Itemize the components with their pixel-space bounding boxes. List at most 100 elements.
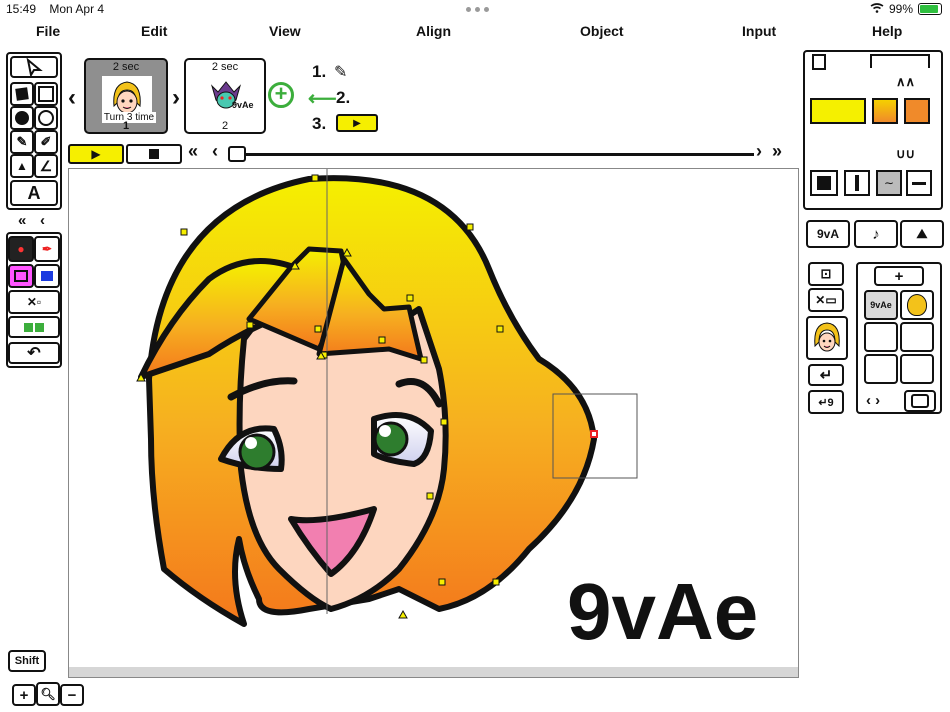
ellipse-tool[interactable]	[34, 106, 58, 130]
text-tool[interactable]: A	[10, 180, 58, 206]
letter-a-icon: A	[27, 182, 41, 203]
step-2-label: 2.	[336, 88, 351, 107]
object-slot-empty-2[interactable]	[900, 322, 934, 352]
ellipse-fill-tool[interactable]	[10, 106, 34, 130]
brush-tool[interactable]: ✐	[34, 130, 58, 154]
object-slot-girl[interactable]	[900, 290, 934, 320]
menu-input[interactable]: Input	[742, 23, 776, 39]
collapse-double-chevron-icon[interactable]: «	[18, 212, 26, 229]
zoom-out-button[interactable]: −	[60, 684, 84, 706]
minus-icon: −	[67, 686, 77, 704]
timeline-track[interactable]	[234, 153, 754, 156]
plus-icon: +	[19, 686, 29, 704]
flip-green-icon	[24, 322, 44, 332]
image-button[interactable]: ⛰	[900, 220, 944, 248]
green-arrow-left-icon: ⟵	[308, 88, 337, 110]
menu-edit[interactable]: Edit	[141, 23, 167, 39]
point-edit-tool[interactable]: ●	[8, 236, 34, 262]
delete-point-tool[interactable]: ✕▫	[8, 290, 60, 314]
delete-object-button[interactable]: ✕▭	[808, 288, 844, 312]
undo-icon: ↶	[27, 345, 41, 362]
object-slot-empty-3[interactable]	[864, 354, 898, 384]
frame-thumbnail-1[interactable]: 2 sec Turn 3 time 1	[84, 58, 168, 134]
delete-cross-icon: ✕▭	[815, 293, 837, 307]
rewind-double-chevron-icon[interactable]: «	[188, 141, 198, 162]
brush-fill-tool[interactable]: ✎	[10, 130, 34, 154]
status-date: Mon Apr 4	[49, 2, 105, 16]
pencil-icon: ✎	[334, 64, 348, 81]
zoom-in-button[interactable]: +	[12, 684, 36, 706]
line-style-button[interactable]: ∼	[876, 170, 902, 196]
add-frame-button[interactable]: +	[268, 82, 294, 108]
multitasking-dots[interactable]	[466, 7, 489, 12]
stop-button[interactable]	[126, 144, 182, 164]
camera-button[interactable]	[904, 390, 936, 412]
object-slot-empty-1[interactable]	[864, 322, 898, 352]
fill-color-swatch[interactable]	[810, 98, 866, 124]
arrow-icon	[26, 58, 43, 76]
wave-line-icon: ∼	[883, 176, 895, 190]
cross-square-icon: ✕▫	[26, 295, 42, 309]
menu-object[interactable]: Object	[580, 23, 624, 39]
line-tool[interactable]: ∠	[34, 154, 58, 178]
menu-help[interactable]: Help	[872, 23, 902, 39]
step-3-play-icon: ▶	[336, 114, 378, 132]
rectangle-fill-tool[interactable]	[10, 82, 34, 106]
pen-node-icon: ✒	[41, 242, 53, 256]
ungroup-tool[interactable]	[34, 264, 60, 288]
line-width-flat[interactable]	[906, 170, 932, 196]
exit-group-button[interactable]: ↵9	[808, 390, 844, 414]
fast-forward-double-chevron-icon[interactable]: »	[772, 141, 782, 162]
page-prev-next-icon[interactable]: ‹ ›	[866, 392, 880, 409]
stop-icon	[149, 149, 159, 159]
play-button[interactable]: ▶	[68, 144, 124, 164]
group-icon	[14, 270, 28, 282]
step-forward-chevron-icon[interactable]: ›	[756, 141, 762, 162]
collapse-chevron-icon[interactable]: ‹	[40, 212, 45, 229]
stroke-color-swatch[interactable]	[810, 170, 838, 196]
line-icon: ∠	[39, 157, 53, 174]
menu-align[interactable]: Align	[416, 23, 451, 39]
color-tab-2[interactable]	[870, 54, 930, 68]
next-frame-chevron-icon[interactable]: ›	[172, 84, 180, 112]
frame-number: 1	[122, 120, 130, 132]
select-arrow-tool[interactable]	[10, 56, 58, 78]
group-tool[interactable]	[8, 264, 34, 288]
rectangle-tool[interactable]	[34, 82, 58, 106]
point-add-tool[interactable]: ✒	[34, 236, 60, 262]
frame-thumbnail-2[interactable]: 2 sec 9vAe 2	[184, 58, 266, 134]
polygon-fill-tool[interactable]: ▲	[10, 154, 34, 178]
line-width-thin[interactable]	[844, 170, 870, 196]
secondary-color-swatch[interactable]	[904, 98, 930, 124]
ungroup-icon	[41, 271, 53, 281]
camera-icon	[911, 394, 929, 408]
menu-view[interactable]: View	[269, 23, 301, 39]
timeline-slider-handle[interactable]	[228, 146, 246, 162]
enter-group-button[interactable]: ↵	[808, 364, 844, 386]
wifi-icon	[870, 2, 884, 16]
battery-icon	[918, 3, 942, 15]
add-layer-button[interactable]: +	[874, 266, 924, 286]
step-back-chevron-icon[interactable]: ‹	[212, 141, 218, 162]
sound-button[interactable]: ♪	[854, 220, 898, 248]
menu-file[interactable]: File	[36, 23, 60, 39]
undo-button[interactable]: ↶	[8, 342, 60, 364]
zoom-button[interactable]: 🔍︎	[36, 682, 60, 706]
color-tab-1[interactable]	[812, 54, 826, 70]
logo-button[interactable]: 9vA	[806, 220, 850, 248]
mountain-icon: ⛰	[916, 226, 928, 241]
caret-up-icon[interactable]: ∧∧	[896, 74, 915, 90]
gradient-color-swatch[interactable]	[872, 98, 898, 124]
drawing-canvas[interactable]: 9vAe	[68, 168, 799, 678]
flip-tool[interactable]	[8, 316, 60, 338]
object-slot-empty-4[interactable]	[900, 354, 934, 384]
return-arrow-icon: ↵	[819, 367, 833, 384]
add-object-button[interactable]: ⊡	[808, 262, 844, 286]
object-slot-logo[interactable]: 9vAe	[864, 290, 898, 320]
caret-down-icon[interactable]: ∪∪	[896, 146, 915, 162]
selected-object-thumbnail[interactable]	[806, 316, 848, 360]
previous-frame-chevron-icon[interactable]: ‹	[68, 84, 76, 112]
triangle-filled-icon: ▲	[16, 159, 28, 173]
canvas-scrollbar[interactable]	[69, 667, 798, 677]
shift-button[interactable]: Shift	[8, 650, 46, 672]
